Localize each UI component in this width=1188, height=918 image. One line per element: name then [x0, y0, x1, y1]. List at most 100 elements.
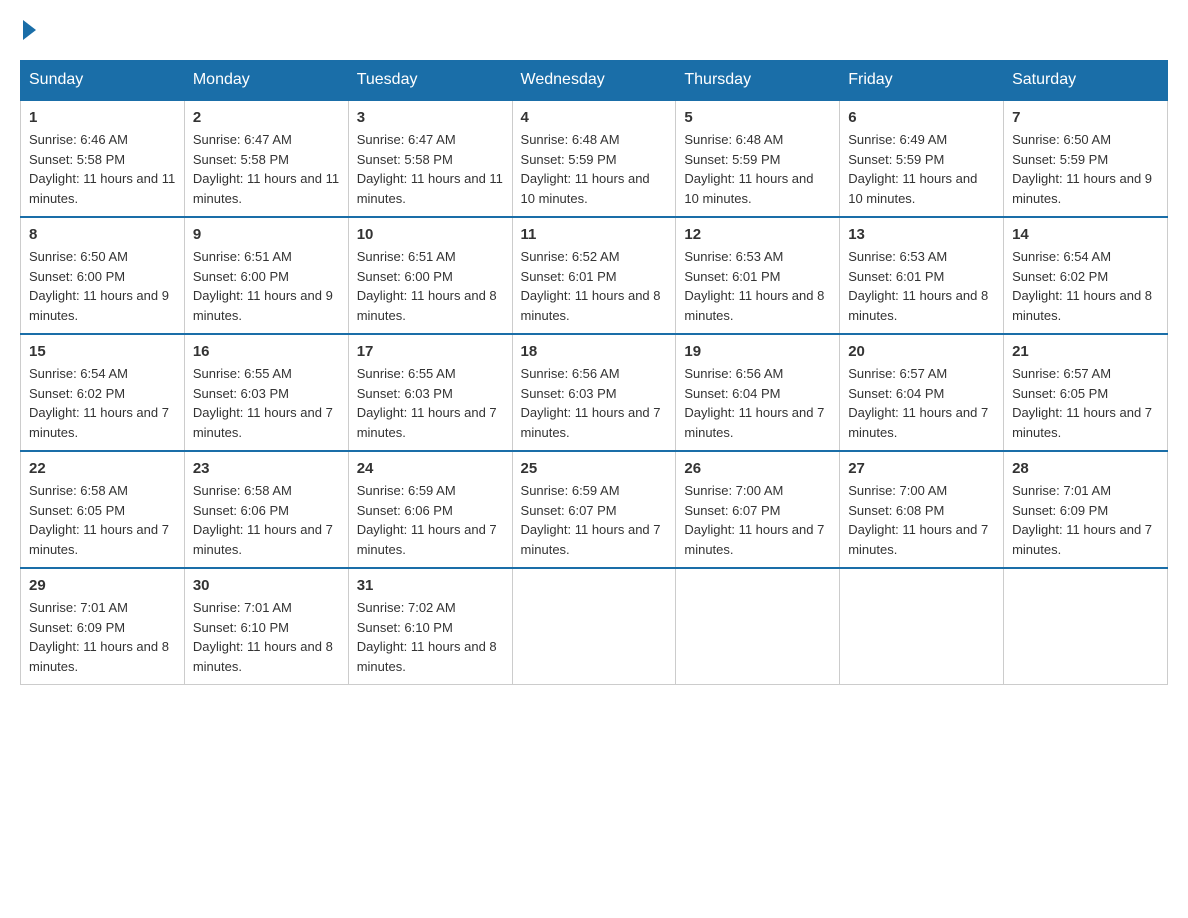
calendar-cell [676, 568, 840, 685]
day-number: 16 [193, 343, 340, 360]
day-info: Sunrise: 6:59 AM Sunset: 6:06 PM Dayligh… [357, 481, 504, 559]
calendar-cell: 28 Sunrise: 7:01 AM Sunset: 6:09 PM Dayl… [1004, 451, 1168, 568]
day-info: Sunrise: 6:46 AM Sunset: 5:58 PM Dayligh… [29, 130, 176, 208]
header-cell-monday: Monday [184, 61, 348, 101]
day-info: Sunrise: 6:58 AM Sunset: 6:05 PM Dayligh… [29, 481, 176, 559]
header-cell-wednesday: Wednesday [512, 61, 676, 101]
day-number: 9 [193, 226, 340, 243]
calendar-cell: 13 Sunrise: 6:53 AM Sunset: 6:01 PM Dayl… [840, 217, 1004, 334]
day-number: 26 [684, 460, 831, 477]
logo-triangle-icon [23, 20, 36, 40]
calendar-week-1: 1 Sunrise: 6:46 AM Sunset: 5:58 PM Dayli… [21, 100, 1168, 217]
day-number: 31 [357, 577, 504, 594]
day-number: 6 [848, 109, 995, 126]
calendar-week-3: 15 Sunrise: 6:54 AM Sunset: 6:02 PM Dayl… [21, 334, 1168, 451]
calendar-table: SundayMondayTuesdayWednesdayThursdayFrid… [20, 60, 1168, 685]
calendar-cell: 1 Sunrise: 6:46 AM Sunset: 5:58 PM Dayli… [21, 100, 185, 217]
day-number: 12 [684, 226, 831, 243]
calendar-cell: 18 Sunrise: 6:56 AM Sunset: 6:03 PM Dayl… [512, 334, 676, 451]
calendar-week-2: 8 Sunrise: 6:50 AM Sunset: 6:00 PM Dayli… [21, 217, 1168, 334]
day-info: Sunrise: 6:55 AM Sunset: 6:03 PM Dayligh… [357, 364, 504, 442]
day-info: Sunrise: 6:53 AM Sunset: 6:01 PM Dayligh… [848, 247, 995, 325]
day-info: Sunrise: 6:53 AM Sunset: 6:01 PM Dayligh… [684, 247, 831, 325]
calendar-cell: 21 Sunrise: 6:57 AM Sunset: 6:05 PM Dayl… [1004, 334, 1168, 451]
calendar-cell: 8 Sunrise: 6:50 AM Sunset: 6:00 PM Dayli… [21, 217, 185, 334]
day-number: 27 [848, 460, 995, 477]
header-cell-saturday: Saturday [1004, 61, 1168, 101]
calendar-cell: 31 Sunrise: 7:02 AM Sunset: 6:10 PM Dayl… [348, 568, 512, 685]
day-info: Sunrise: 6:56 AM Sunset: 6:04 PM Dayligh… [684, 364, 831, 442]
day-info: Sunrise: 6:50 AM Sunset: 6:00 PM Dayligh… [29, 247, 176, 325]
calendar-cell: 22 Sunrise: 6:58 AM Sunset: 6:05 PM Dayl… [21, 451, 185, 568]
calendar-cell: 9 Sunrise: 6:51 AM Sunset: 6:00 PM Dayli… [184, 217, 348, 334]
day-number: 25 [521, 460, 668, 477]
day-number: 29 [29, 577, 176, 594]
calendar-cell: 23 Sunrise: 6:58 AM Sunset: 6:06 PM Dayl… [184, 451, 348, 568]
header-cell-tuesday: Tuesday [348, 61, 512, 101]
day-number: 18 [521, 343, 668, 360]
day-number: 22 [29, 460, 176, 477]
day-info: Sunrise: 6:49 AM Sunset: 5:59 PM Dayligh… [848, 130, 995, 208]
calendar-cell: 11 Sunrise: 6:52 AM Sunset: 6:01 PM Dayl… [512, 217, 676, 334]
day-number: 3 [357, 109, 504, 126]
calendar-cell: 15 Sunrise: 6:54 AM Sunset: 6:02 PM Dayl… [21, 334, 185, 451]
header-row: SundayMondayTuesdayWednesdayThursdayFrid… [21, 61, 1168, 101]
day-number: 19 [684, 343, 831, 360]
day-info: Sunrise: 6:50 AM Sunset: 5:59 PM Dayligh… [1012, 130, 1159, 208]
day-number: 11 [521, 226, 668, 243]
calendar-cell: 17 Sunrise: 6:55 AM Sunset: 6:03 PM Dayl… [348, 334, 512, 451]
calendar-cell: 14 Sunrise: 6:54 AM Sunset: 6:02 PM Dayl… [1004, 217, 1168, 334]
day-info: Sunrise: 6:56 AM Sunset: 6:03 PM Dayligh… [521, 364, 668, 442]
day-info: Sunrise: 6:51 AM Sunset: 6:00 PM Dayligh… [357, 247, 504, 325]
day-info: Sunrise: 6:54 AM Sunset: 6:02 PM Dayligh… [29, 364, 176, 442]
day-number: 20 [848, 343, 995, 360]
calendar-body: 1 Sunrise: 6:46 AM Sunset: 5:58 PM Dayli… [21, 100, 1168, 685]
day-info: Sunrise: 6:47 AM Sunset: 5:58 PM Dayligh… [357, 130, 504, 208]
calendar-cell: 25 Sunrise: 6:59 AM Sunset: 6:07 PM Dayl… [512, 451, 676, 568]
day-info: Sunrise: 6:57 AM Sunset: 6:04 PM Dayligh… [848, 364, 995, 442]
header-cell-thursday: Thursday [676, 61, 840, 101]
day-number: 23 [193, 460, 340, 477]
header-cell-friday: Friday [840, 61, 1004, 101]
day-info: Sunrise: 7:00 AM Sunset: 6:08 PM Dayligh… [848, 481, 995, 559]
calendar-cell: 29 Sunrise: 7:01 AM Sunset: 6:09 PM Dayl… [21, 568, 185, 685]
calendar-week-5: 29 Sunrise: 7:01 AM Sunset: 6:09 PM Dayl… [21, 568, 1168, 685]
day-info: Sunrise: 7:00 AM Sunset: 6:07 PM Dayligh… [684, 481, 831, 559]
day-info: Sunrise: 6:59 AM Sunset: 6:07 PM Dayligh… [521, 481, 668, 559]
day-info: Sunrise: 6:48 AM Sunset: 5:59 PM Dayligh… [684, 130, 831, 208]
calendar-cell: 10 Sunrise: 6:51 AM Sunset: 6:00 PM Dayl… [348, 217, 512, 334]
day-number: 15 [29, 343, 176, 360]
day-info: Sunrise: 6:48 AM Sunset: 5:59 PM Dayligh… [521, 130, 668, 208]
header [20, 20, 1168, 40]
day-info: Sunrise: 6:57 AM Sunset: 6:05 PM Dayligh… [1012, 364, 1159, 442]
day-info: Sunrise: 7:01 AM Sunset: 6:09 PM Dayligh… [29, 598, 176, 676]
day-number: 7 [1012, 109, 1159, 126]
calendar-cell: 20 Sunrise: 6:57 AM Sunset: 6:04 PM Dayl… [840, 334, 1004, 451]
day-number: 14 [1012, 226, 1159, 243]
day-info: Sunrise: 7:02 AM Sunset: 6:10 PM Dayligh… [357, 598, 504, 676]
logo [20, 20, 36, 40]
day-info: Sunrise: 7:01 AM Sunset: 6:09 PM Dayligh… [1012, 481, 1159, 559]
calendar-cell: 4 Sunrise: 6:48 AM Sunset: 5:59 PM Dayli… [512, 100, 676, 217]
day-number: 17 [357, 343, 504, 360]
day-number: 5 [684, 109, 831, 126]
day-number: 8 [29, 226, 176, 243]
day-number: 24 [357, 460, 504, 477]
calendar-cell: 6 Sunrise: 6:49 AM Sunset: 5:59 PM Dayli… [840, 100, 1004, 217]
day-info: Sunrise: 6:47 AM Sunset: 5:58 PM Dayligh… [193, 130, 340, 208]
header-cell-sunday: Sunday [21, 61, 185, 101]
day-number: 21 [1012, 343, 1159, 360]
day-number: 1 [29, 109, 176, 126]
calendar-cell: 7 Sunrise: 6:50 AM Sunset: 5:59 PM Dayli… [1004, 100, 1168, 217]
day-info: Sunrise: 6:55 AM Sunset: 6:03 PM Dayligh… [193, 364, 340, 442]
calendar-cell: 12 Sunrise: 6:53 AM Sunset: 6:01 PM Dayl… [676, 217, 840, 334]
day-number: 10 [357, 226, 504, 243]
day-number: 28 [1012, 460, 1159, 477]
calendar-cell: 3 Sunrise: 6:47 AM Sunset: 5:58 PM Dayli… [348, 100, 512, 217]
calendar-week-4: 22 Sunrise: 6:58 AM Sunset: 6:05 PM Dayl… [21, 451, 1168, 568]
calendar-cell: 24 Sunrise: 6:59 AM Sunset: 6:06 PM Dayl… [348, 451, 512, 568]
day-number: 30 [193, 577, 340, 594]
day-info: Sunrise: 6:52 AM Sunset: 6:01 PM Dayligh… [521, 247, 668, 325]
calendar-cell: 30 Sunrise: 7:01 AM Sunset: 6:10 PM Dayl… [184, 568, 348, 685]
calendar-header: SundayMondayTuesdayWednesdayThursdayFrid… [21, 61, 1168, 101]
